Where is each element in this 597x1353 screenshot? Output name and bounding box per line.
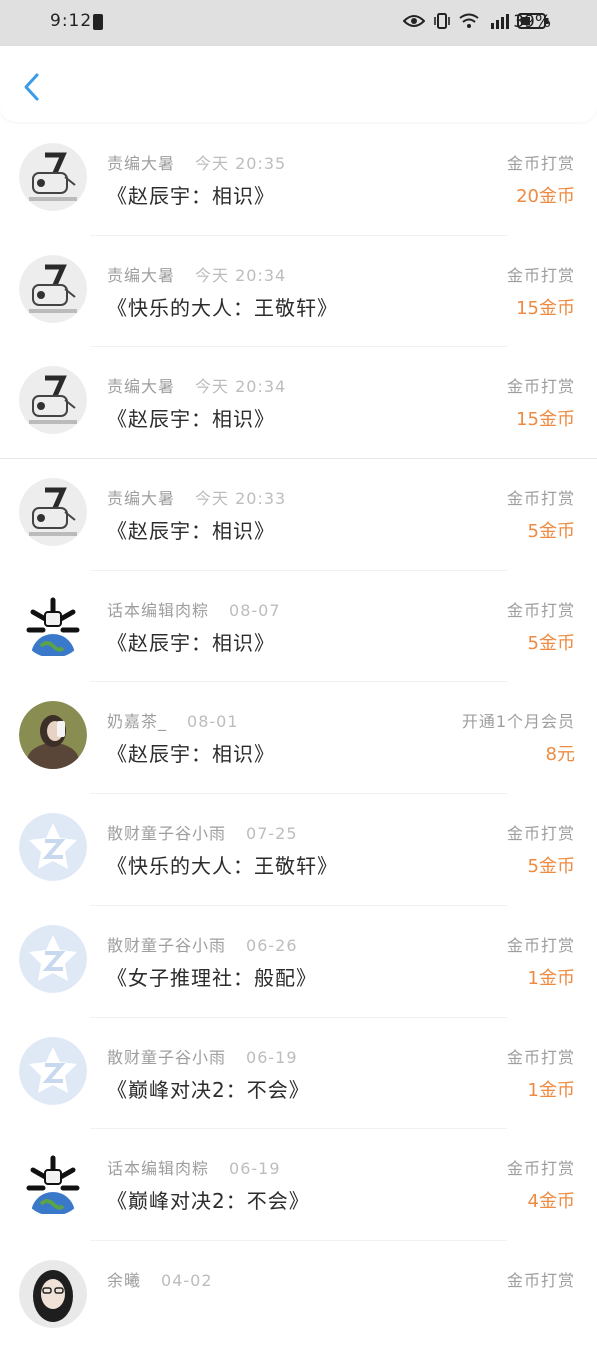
record-date: 今天 20:34 bbox=[195, 377, 287, 397]
work-title: 《赵辰宇：相识》 bbox=[107, 519, 275, 544]
chevron-left-icon bbox=[24, 73, 39, 101]
sender-line: 余曦 04-02 bbox=[107, 1267, 213, 1291]
list-item[interactable]: 责编大暑 今天 20:35 《赵辰宇：相识》 金币打赏 20金币 bbox=[0, 124, 597, 236]
cartoon-seven-avatar bbox=[19, 366, 87, 435]
sender-name: 余曦 bbox=[107, 1270, 142, 1290]
list-item[interactable]: 责编大暑 今天 20:34 《赵辰宇：相识》 金币打赏 15金币 bbox=[0, 347, 597, 460]
record-date: 06-19 bbox=[246, 1047, 298, 1067]
work-title: 《巅峰对决2：不会》 bbox=[107, 1077, 310, 1102]
reward-type: 金币打赏 bbox=[506, 1270, 575, 1290]
cartoon-seven-avatar bbox=[19, 143, 87, 211]
top-nav bbox=[0, 46, 597, 122]
record-date: 07-25 bbox=[246, 824, 298, 844]
record-date: 06-26 bbox=[246, 935, 298, 955]
sender-name: 话本编辑肉粽 bbox=[107, 1159, 210, 1179]
reward-amount: 20金币 bbox=[516, 186, 575, 207]
status-time: 9:12 bbox=[50, 11, 93, 31]
sender-name: 散财童子谷小雨 bbox=[107, 824, 227, 844]
reward-list: 责编大暑 今天 20:35 《赵辰宇：相识》 金币打赏 20金币 责编大暑 今天 2… bbox=[0, 124, 597, 1353]
work-title: 《赵辰宇：相识》 bbox=[107, 630, 275, 655]
reward-type: 金币打赏 bbox=[506, 824, 575, 844]
sender-name: 责编大暑 bbox=[107, 265, 176, 285]
list-item[interactable]: 余曦 04-02 金币打赏 bbox=[0, 1241, 597, 1353]
bones-earth-avatar bbox=[19, 589, 87, 658]
reward-type: 金币打赏 bbox=[506, 1159, 575, 1179]
list-item[interactable]: 散财童子谷小雨 07-25 《快乐的大人：王敬轩》 金币打赏 5金币 bbox=[0, 794, 597, 906]
work-title: 《女子推理社：般配》 bbox=[107, 965, 317, 990]
sender-line: 散财童子谷小雨 07-25 bbox=[107, 820, 298, 844]
record-date: 06-19 bbox=[229, 1159, 281, 1179]
reward-type: 开通1个月会员 bbox=[461, 712, 575, 732]
list-item[interactable]: 话本编辑肉粽 08-07 《赵辰宇：相识》 金币打赏 5金币 bbox=[0, 571, 597, 683]
reward-type: 金币打赏 bbox=[506, 265, 575, 285]
sender-line: 责编大暑 今天 20:34 bbox=[107, 262, 286, 286]
battery-percent: 39% bbox=[513, 12, 551, 32]
reward-type: 金币打赏 bbox=[506, 377, 575, 397]
reward-type: 金币打赏 bbox=[506, 600, 575, 620]
work-title: 《赵辰宇：相识》 bbox=[107, 742, 275, 767]
sender-line: 散财童子谷小雨 06-26 bbox=[107, 932, 298, 956]
photo-person-avatar bbox=[19, 701, 87, 770]
record-date: 04-02 bbox=[161, 1270, 213, 1290]
sender-name: 散财童子谷小雨 bbox=[107, 935, 227, 955]
work-title: 《巅峰对决2：不会》 bbox=[107, 1189, 310, 1214]
sender-name: 责编大暑 bbox=[107, 489, 176, 509]
vibrate-icon bbox=[434, 13, 450, 29]
signal-icon bbox=[491, 14, 509, 29]
wifi-icon bbox=[459, 13, 479, 28]
reward-amount: 15金币 bbox=[516, 409, 575, 431]
reward-amount: 8元 bbox=[545, 744, 575, 766]
eye-icon bbox=[403, 15, 425, 27]
list-item[interactable]: 奶嘉茶_ 08-01 《赵辰宇：相识》 开通1个月会员 8元 bbox=[0, 682, 597, 795]
list-item[interactable]: 散财童子谷小雨 06-19 《巅峰对决2：不会》 金币打赏 1金币 bbox=[0, 1018, 597, 1130]
sender-name: 散财童子谷小雨 bbox=[107, 1047, 227, 1067]
sender-line: 责编大暑 今天 20:35 bbox=[107, 150, 286, 174]
sender-line: 责编大暑 今天 20:33 bbox=[107, 485, 286, 509]
reward-amount: 1金币 bbox=[527, 1079, 575, 1101]
work-title: 《赵辰宇：相识》 bbox=[107, 407, 275, 432]
reward-amount: 5金币 bbox=[527, 521, 575, 543]
record-date: 08-01 bbox=[187, 712, 239, 732]
reward-amount: 4金币 bbox=[527, 1191, 575, 1213]
record-date: 今天 20:35 bbox=[195, 154, 287, 173]
photo-woman-avatar bbox=[19, 1259, 87, 1328]
sender-line: 奶嘉茶_ 08-01 bbox=[107, 708, 239, 732]
list-item[interactable]: 责编大暑 今天 20:33 《赵辰宇：相识》 金币打赏 5金币 bbox=[0, 459, 597, 571]
default-z-avatar bbox=[19, 1036, 87, 1105]
work-title: 《快乐的大人：王敬轩》 bbox=[107, 854, 338, 879]
list-item[interactable]: 话本编辑肉粽 06-19 《巅峰对决2：不会》 金币打赏 4金币 bbox=[0, 1129, 597, 1241]
status-bar: 9:12 39% bbox=[0, 0, 597, 46]
reward-type: 金币打赏 bbox=[506, 935, 575, 955]
work-title: 《快乐的大人：王敬轩》 bbox=[107, 295, 338, 320]
reward-amount: 5金币 bbox=[527, 856, 575, 878]
sender-line: 责编大暑 今天 20:34 bbox=[107, 373, 286, 397]
sender-name: 奶嘉茶_ bbox=[107, 712, 168, 732]
cartoon-seven-avatar bbox=[19, 254, 87, 323]
sender-line: 话本编辑肉粽 08-07 bbox=[107, 597, 281, 621]
default-z-avatar bbox=[19, 813, 87, 882]
reward-type: 金币打赏 bbox=[506, 489, 575, 509]
reward-amount: 1金币 bbox=[527, 967, 575, 989]
record-date: 08-07 bbox=[229, 600, 281, 620]
list-item[interactable]: 责编大暑 今天 20:34 《快乐的大人：王敬轩》 金币打赏 15金币 bbox=[0, 236, 597, 348]
bones-earth-avatar bbox=[19, 1148, 87, 1217]
default-z-avatar bbox=[19, 924, 87, 993]
sender-line: 话本编辑肉粽 06-19 bbox=[107, 1155, 281, 1179]
notification-icon bbox=[93, 14, 103, 30]
record-date: 今天 20:34 bbox=[195, 265, 287, 285]
list-item[interactable]: 散财童子谷小雨 06-26 《女子推理社：般配》 金币打赏 1金币 bbox=[0, 906, 597, 1018]
sender-line: 散财童子谷小雨 06-19 bbox=[107, 1044, 298, 1068]
sender-name: 责编大暑 bbox=[107, 377, 176, 397]
sender-name: 责编大暑 bbox=[107, 154, 176, 173]
cartoon-seven-avatar bbox=[19, 478, 87, 547]
reward-amount: 15金币 bbox=[516, 297, 575, 319]
record-date: 今天 20:33 bbox=[195, 489, 287, 509]
sender-name: 话本编辑肉粽 bbox=[107, 600, 210, 620]
work-title: 《赵辰宇：相识》 bbox=[107, 184, 275, 208]
back-button[interactable] bbox=[18, 70, 46, 104]
reward-type: 金币打赏 bbox=[506, 1047, 575, 1067]
reward-type: 金币打赏 bbox=[506, 154, 575, 173]
reward-amount: 5金币 bbox=[527, 632, 575, 654]
